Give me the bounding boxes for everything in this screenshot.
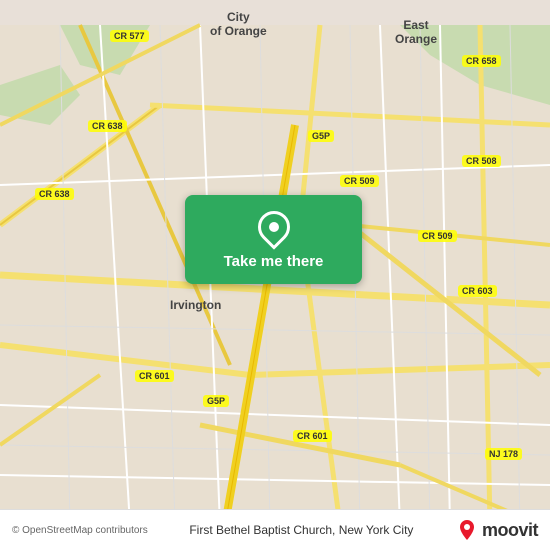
take-me-there-label: Take me there [224, 253, 324, 270]
footer-left: © OpenStreetMap contributors [12, 525, 148, 536]
osm-attribution: © OpenStreetMap contributors [12, 525, 148, 536]
moovit-logo: moovit [455, 518, 538, 542]
footer-bar: © OpenStreetMap contributors First Bethe… [0, 509, 550, 550]
place-name: First Bethel Baptist Church, New York Ci… [189, 523, 413, 537]
map-container: CR 577 CR 638 CR 638 CR 658 CR 509 CR 50… [0, 0, 550, 550]
take-me-there-button[interactable]: Take me there [185, 195, 362, 284]
location-pin-icon [256, 209, 292, 245]
moovit-text: moovit [482, 520, 538, 541]
